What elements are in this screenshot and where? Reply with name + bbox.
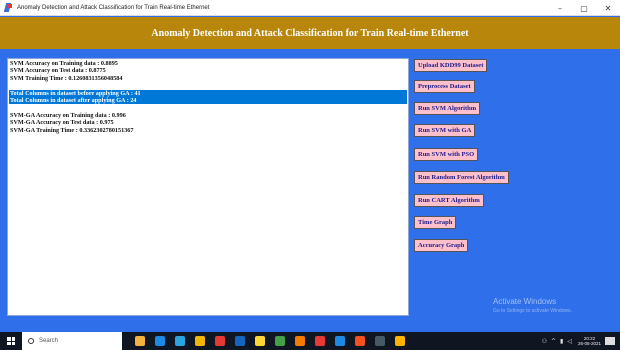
output-line: Total Columns in dataset before applying… — [9, 89, 407, 97]
taskbar-app-icon[interactable] — [195, 336, 205, 346]
window-controls: – ▢ ✕ — [548, 0, 620, 16]
header-banner: Anomaly Detection and Attack Classificat… — [0, 17, 620, 49]
output-line: Total Columns in dataset after applying … — [9, 96, 407, 105]
taskbar-app-icon[interactable] — [215, 336, 225, 346]
activate-windows-subtitle: Go to Settings to activate Windows. — [493, 308, 572, 314]
taskbar: Search ⚇ ^ ▮ ◁ 20:22 26-05-2021 — [0, 332, 620, 350]
taskbar-app-icon[interactable] — [355, 336, 365, 346]
output-line: SVM-GA Training Time : 0.336230278015136… — [10, 126, 134, 134]
taskbar-app-icon[interactable] — [375, 336, 385, 346]
close-button[interactable]: ✕ — [596, 0, 620, 16]
chevron-up-icon[interactable]: ^ — [551, 338, 556, 345]
upload-kdd99-dataset-button[interactable]: Upload KDD99 Dataset — [414, 59, 488, 72]
time-graph-button[interactable]: Time Graph — [414, 216, 457, 229]
taskbar-app-icon[interactable] — [135, 336, 145, 346]
output-line: SVM Accuracy on Training data : 0.8895 — [10, 60, 118, 67]
preprocess-dataset-button[interactable]: Preprocess Dataset — [414, 80, 475, 93]
run-random-forest-button[interactable]: Run Random Forest Algorithm — [414, 171, 509, 184]
search-icon — [28, 338, 34, 344]
output-line: SVM-GA Accuracy on Training data : 0.996 — [10, 111, 126, 119]
minimize-button[interactable]: – — [548, 0, 572, 16]
taskbar-app-icon[interactable] — [315, 336, 325, 346]
taskbar-app-icon[interactable] — [255, 336, 265, 346]
app-feather-icon — [4, 3, 13, 12]
window-title-bar: Anomaly Detection and Attack Classificat… — [0, 0, 620, 16]
run-svm-with-ga-button[interactable]: Run SVM with GA — [414, 124, 476, 137]
accuracy-graph-button[interactable]: Accuracy Graph — [414, 239, 469, 252]
network-icon[interactable]: ▮ — [560, 338, 563, 345]
notification-icon[interactable] — [605, 337, 615, 345]
window-title: Anomaly Detection and Attack Classificat… — [17, 4, 210, 11]
taskbar-app-icon[interactable] — [295, 336, 305, 346]
volume-icon[interactable]: ◁ — [567, 338, 572, 345]
output-line: SVM Training Time : 0.1260831356048584 — [10, 74, 123, 82]
clock[interactable]: 20:22 26-05-2021 — [578, 336, 601, 347]
run-cart-algorithm-button[interactable]: Run CART Algorithm — [414, 194, 484, 207]
start-button[interactable] — [0, 332, 22, 350]
system-tray: ⚇ ^ ▮ ◁ 20:22 26-05-2021 — [540, 332, 620, 350]
maximize-button[interactable]: ▢ — [572, 0, 596, 16]
taskbar-search-box[interactable]: Search — [22, 332, 122, 350]
taskbar-app-icon[interactable] — [235, 336, 245, 346]
run-svm-with-pso-button[interactable]: Run SVM with PSO — [414, 148, 479, 161]
taskbar-app-icon[interactable] — [335, 336, 345, 346]
taskbar-app-icon[interactable] — [395, 336, 405, 346]
activate-windows-watermark: Activate Windows — [493, 297, 557, 306]
taskbar-app-icon[interactable] — [155, 336, 165, 346]
results-text-area[interactable]: SVM Accuracy on Training data : 0.8895 SV… — [7, 58, 409, 316]
people-icon[interactable]: ⚇ — [542, 338, 547, 345]
windows-logo-icon — [7, 337, 15, 345]
output-line: SVM-GA Accuracy on Test data : 0.975 — [10, 119, 114, 127]
page-title: Anomaly Detection and Attack Classificat… — [151, 27, 469, 39]
output-line: SVM Accuracy on Test data : 0.8775 — [10, 67, 106, 75]
search-placeholder: Search — [39, 338, 59, 344]
clock-date: 26-05-2021 — [577, 341, 601, 346]
pinned-apps — [130, 336, 410, 346]
taskbar-app-icon[interactable] — [175, 336, 185, 346]
run-svm-algorithm-button[interactable]: Run SVM Algorithm — [414, 102, 481, 115]
taskbar-app-icon[interactable] — [275, 336, 285, 346]
